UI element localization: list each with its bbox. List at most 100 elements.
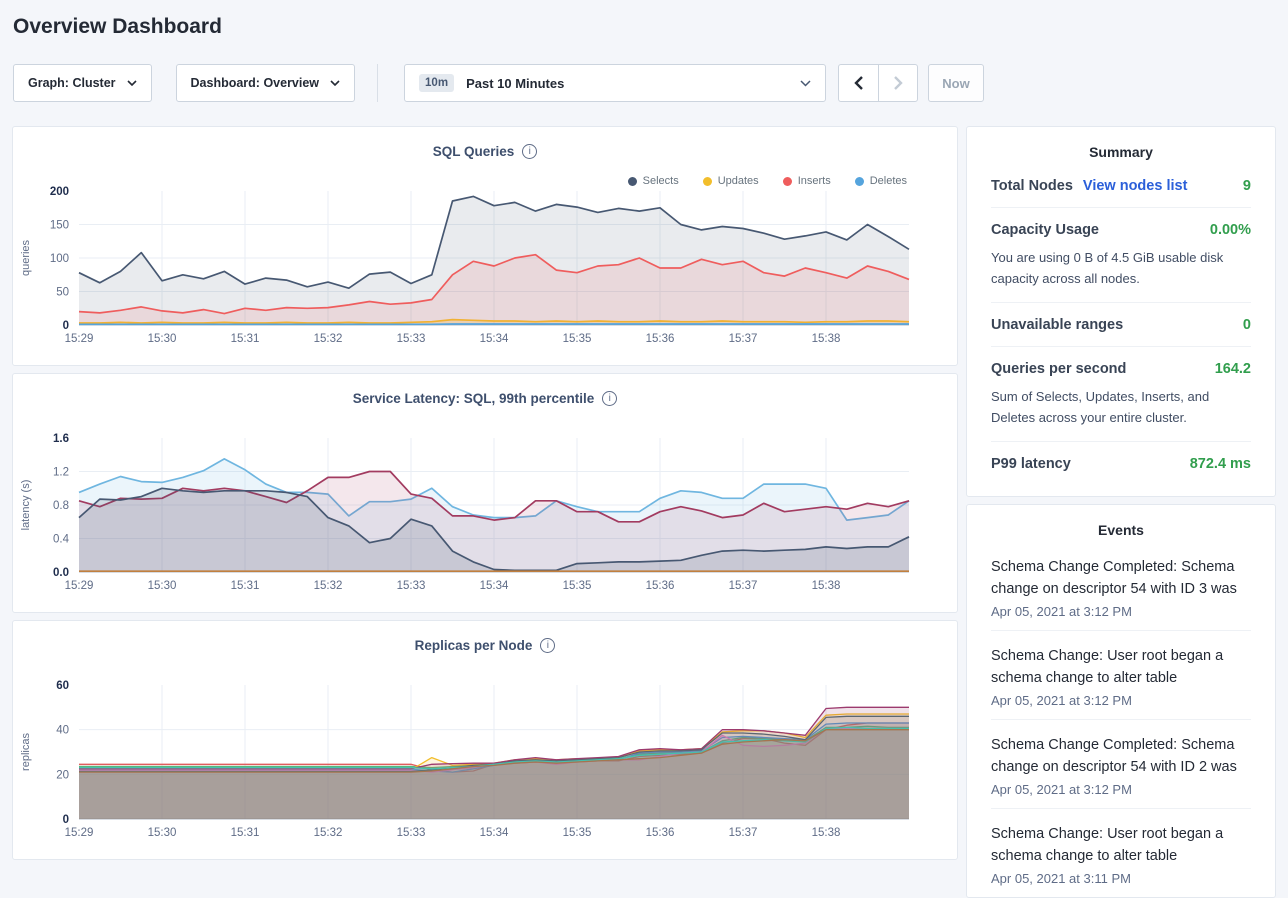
summary-row-qps: Queries per second 164.2 Sum of Selects,…: [991, 347, 1251, 442]
svg-text:40: 40: [56, 725, 69, 737]
time-forward-button[interactable]: [878, 65, 917, 101]
legend-item-selects[interactable]: Selects: [628, 175, 679, 187]
svg-text:15:29: 15:29: [65, 580, 94, 592]
chart-svg: 020406015:2915:3015:3115:3215:3315:3415:…: [13, 677, 957, 841]
chart-canvas[interactable]: 05010015020015:2915:3015:3115:3215:3315:…: [13, 183, 957, 347]
chart-svg: 05010015020015:2915:3015:3115:3215:3315:…: [13, 183, 957, 347]
capacity-usage-label: Capacity Usage: [991, 222, 1099, 238]
event-timestamp: Apr 05, 2021 at 3:12 PM: [991, 782, 1251, 797]
event-item: Schema Change: User root began a schema …: [991, 809, 1251, 897]
chevron-down-icon: [127, 80, 137, 86]
svg-text:60: 60: [56, 680, 69, 692]
chart-svg: 0.00.40.81.21.615:2915:3015:3115:3215:33…: [13, 430, 957, 594]
svg-text:latency (s): latency (s): [20, 480, 32, 531]
time-range-badge: 10m: [419, 74, 454, 92]
events-panel: Events Schema Change Completed: Schema c…: [966, 504, 1276, 898]
legend-item-inserts[interactable]: Inserts: [783, 175, 831, 187]
svg-text:0.0: 0.0: [53, 567, 69, 579]
event-text: Schema Change: User root began a schema …: [991, 823, 1251, 867]
summary-row-unavailable-ranges: Unavailable ranges 0: [991, 303, 1251, 347]
event-item: Schema Change Completed: Schema change o…: [991, 542, 1251, 631]
svg-text:15:31: 15:31: [231, 580, 260, 592]
now-button[interactable]: Now: [928, 64, 984, 102]
svg-text:1.6: 1.6: [53, 433, 69, 445]
svg-text:0: 0: [63, 320, 69, 332]
info-icon[interactable]: i: [602, 391, 617, 406]
legend-dot-icon: [855, 177, 864, 186]
event-text: Schema Change: User root began a schema …: [991, 645, 1251, 689]
charts-column: SQL Queries i Selects Updates Inserts Delet…: [12, 126, 958, 860]
event-text: Schema Change Completed: Schema change o…: [991, 556, 1251, 600]
unavailable-ranges-value: 0: [1243, 317, 1251, 333]
info-icon[interactable]: i: [540, 638, 555, 653]
legend-dot-icon: [703, 177, 712, 186]
svg-text:15:36: 15:36: [646, 827, 675, 839]
svg-text:15:33: 15:33: [397, 580, 426, 592]
svg-text:0.4: 0.4: [53, 534, 70, 546]
svg-text:150: 150: [50, 220, 69, 232]
dashboard-selector-dropdown[interactable]: Dashboard: Overview: [176, 64, 356, 102]
toolbar: Graph: Cluster Dashboard: Overview 10m P…: [13, 64, 1288, 102]
legend-item-updates[interactable]: Updates: [703, 175, 759, 187]
svg-text:15:30: 15:30: [148, 580, 177, 592]
chart-panel-sql-queries: SQL Queries i Selects Updates Inserts Delet…: [12, 126, 958, 366]
svg-text:15:38: 15:38: [812, 827, 841, 839]
svg-text:replicas: replicas: [20, 733, 32, 771]
event-timestamp: Apr 05, 2021 at 3:11 PM: [991, 871, 1251, 886]
view-nodes-list-link[interactable]: View nodes list: [1083, 178, 1188, 194]
svg-text:15:33: 15:33: [397, 827, 426, 839]
toolbar-divider: [377, 64, 378, 102]
svg-text:15:32: 15:32: [314, 827, 343, 839]
chart-canvas[interactable]: 0.00.40.81.21.615:2915:3015:3115:3215:33…: [13, 430, 957, 594]
event-timestamp: Apr 05, 2021 at 3:12 PM: [991, 604, 1251, 619]
summary-title: Summary: [967, 127, 1275, 164]
event-item: Schema Change Completed: Schema change o…: [991, 720, 1251, 809]
qps-value: 164.2: [1215, 361, 1251, 377]
svg-text:queries: queries: [20, 239, 32, 276]
svg-text:15:34: 15:34: [480, 827, 509, 839]
svg-text:15:32: 15:32: [314, 333, 343, 345]
svg-text:15:35: 15:35: [563, 333, 592, 345]
main-content: SQL Queries i Selects Updates Inserts Delet…: [12, 126, 1276, 898]
event-item: Schema Change: User root began a schema …: [991, 631, 1251, 720]
event-text: Schema Change Completed: Schema change o…: [991, 734, 1251, 778]
graph-selector-label: Graph: Cluster: [28, 76, 116, 90]
svg-text:15:33: 15:33: [397, 333, 426, 345]
time-back-button[interactable]: [839, 65, 878, 101]
event-timestamp: Apr 05, 2021 at 3:12 PM: [991, 693, 1251, 708]
svg-text:15:36: 15:36: [646, 333, 675, 345]
total-nodes-label: Total Nodes: [991, 178, 1073, 194]
time-range-picker[interactable]: 10m Past 10 Minutes: [404, 64, 826, 102]
svg-text:50: 50: [56, 287, 69, 299]
svg-text:15:38: 15:38: [812, 580, 841, 592]
chart-canvas[interactable]: 020406015:2915:3015:3115:3215:3315:3415:…: [13, 677, 957, 841]
svg-text:15:34: 15:34: [480, 580, 509, 592]
graph-selector-dropdown[interactable]: Graph: Cluster: [13, 64, 152, 102]
svg-text:200: 200: [50, 186, 69, 198]
legend-dot-icon: [783, 177, 792, 186]
legend-label: Inserts: [798, 175, 831, 187]
svg-text:15:30: 15:30: [148, 827, 177, 839]
total-nodes-value: 9: [1243, 178, 1251, 194]
chevron-left-icon: [854, 76, 863, 90]
legend-item-deletes[interactable]: Deletes: [855, 175, 907, 187]
svg-text:15:37: 15:37: [729, 333, 758, 345]
svg-text:15:31: 15:31: [231, 827, 260, 839]
time-pager: [838, 64, 918, 102]
svg-text:15:35: 15:35: [563, 827, 592, 839]
legend-label: Updates: [718, 175, 759, 187]
svg-text:15:37: 15:37: [729, 827, 758, 839]
summary-panel: Summary Total Nodes View nodes list 9 Ca…: [966, 126, 1276, 497]
chart-legend: Selects Updates Inserts Deletes: [628, 175, 907, 187]
dashboard-selector-label: Dashboard: Overview: [191, 76, 320, 90]
unavailable-ranges-label: Unavailable ranges: [991, 317, 1123, 333]
info-icon[interactable]: i: [522, 144, 537, 159]
svg-text:0.8: 0.8: [53, 500, 69, 512]
p99-latency-label: P99 latency: [991, 456, 1071, 472]
p99-latency-value: 872.4 ms: [1190, 456, 1251, 472]
chevron-down-icon: [330, 80, 340, 86]
summary-row-capacity: Capacity Usage 0.00% You are using 0 B o…: [991, 208, 1251, 303]
qps-description: Sum of Selects, Updates, Inserts, and De…: [991, 386, 1251, 428]
svg-text:15:36: 15:36: [646, 580, 675, 592]
chart-title: SQL Queries: [433, 144, 515, 159]
